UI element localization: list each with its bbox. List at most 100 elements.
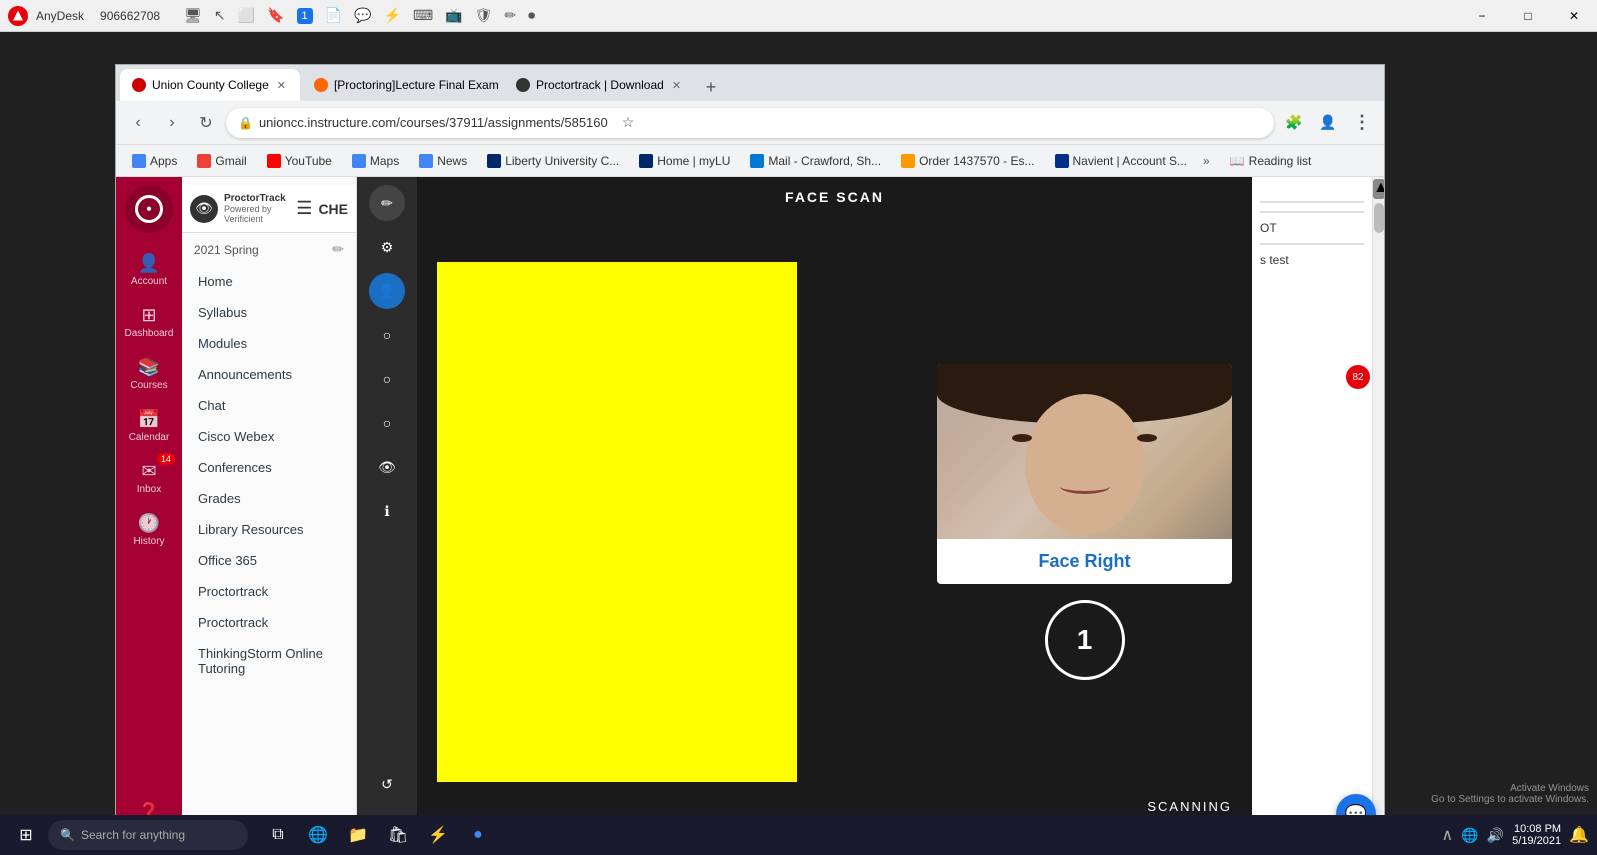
profile-button[interactable]: 👤 [1314,109,1342,137]
start-button[interactable]: ⊞ [8,817,44,853]
sidebar-item-chat[interactable]: Chat [182,390,356,421]
bookmark-homemylu[interactable]: Home | myLU [631,149,738,173]
maximize-button[interactable]: □ [1505,0,1551,32]
canvas-nav-account[interactable]: 👤 Account [119,245,179,295]
extensions-button[interactable]: 🧩 [1280,109,1308,137]
taskbar-chrome-icon[interactable]: ● [460,817,496,853]
canvas-nav-calendar[interactable]: 📅 Calendar [119,401,179,451]
keyboard-icon: ⌨ [413,7,433,24]
bookmark-apps[interactable]: Apps [124,149,185,173]
address-bar[interactable]: 🔒 unioncc.instructure.com/courses/37911/… [226,108,1274,138]
tab-download[interactable]: Proctortrack | Download ✕ [504,69,695,101]
bookmark-label-homemylu: Home | myLU [657,154,730,168]
bookmark-favicon-maps [352,154,366,168]
pen-icon: ✏ [504,7,516,24]
close-button[interactable]: ✕ [1551,0,1597,32]
taskbar-sys-chevron[interactable]: ∧ [1442,825,1454,845]
proctor-settings-button[interactable]: ⚙ [369,229,405,265]
bookmark-label-maps: Maps [370,154,399,168]
bookmark-favicon-liberty [487,154,501,168]
right-eye [1137,434,1157,442]
sidebar-item-modules[interactable]: Modules [182,328,356,359]
sidebar-item-grades[interactable]: Grades [182,483,356,514]
record-icon: ⏺ [528,7,535,24]
canvas-nav-courses[interactable]: 📚 Courses [119,349,179,399]
canvas-nav-inbox[interactable]: ✉ Inbox 14 [119,453,179,503]
bookmark-liberty[interactable]: Liberty University C... [479,149,627,173]
right-partial-text-2: s test [1260,253,1364,267]
menu-button[interactable]: ⋮ [1348,109,1376,137]
taskbar-search[interactable]: 🔍 Search for anything [48,820,248,850]
canvas-nav-label-courses: Courses [130,380,167,391]
tab-close-uc[interactable]: ✕ [275,77,288,94]
bookmark-gmail[interactable]: Gmail [189,149,254,173]
taskbar-app-icons: ⧉ 🌐 📁 🛍 ⚡ ● [260,817,496,853]
anydesk-id: 906662708 [100,9,160,23]
proctor-brand: ProctorTrack Powered by Verificient [224,193,290,224]
courses-icon: 📚 [138,357,160,378]
tab-close-dl[interactable]: ✕ [670,77,683,94]
reading-list-icon: 📖 [1230,154,1245,168]
proctor-sidebar: ✏ ⚙ 👤 ○ ○ ○ 👁 ℹ ↺ ⏻ [357,177,417,854]
reading-list-button[interactable]: 📖 Reading list [1222,154,1320,168]
bookmark-news[interactable]: News [411,149,475,173]
sidebar-item-home[interactable]: Home [182,266,356,297]
bookmark-order[interactable]: Order 1437570 - Es... [893,149,1042,173]
sidebar-item-office365[interactable]: Office 365 [182,545,356,576]
content-scrollbar[interactable]: ▲ ▼ [1372,177,1384,854]
sidebar-item-proctortrack1[interactable]: Proctortrack [182,576,356,607]
canvas-nav-dashboard[interactable]: ⊞ Dashboard [119,297,179,347]
taskbar-edge-icon[interactable]: 🌐 [300,817,336,853]
bookmark-navient[interactable]: Navient | Account S... [1047,149,1196,173]
canvas-logo[interactable] [125,185,173,233]
forward-button[interactable]: › [158,109,186,137]
bookmarks-overflow[interactable]: » [1199,154,1214,168]
proctor-radio3-button[interactable]: ○ [369,405,405,441]
bookmark-label-navient: Navient | Account S... [1073,154,1188,168]
edit-icon[interactable]: ✏ [332,241,344,258]
bookmark-star-icon[interactable]: ☆ [622,114,635,131]
tab-union-county[interactable]: Union County College ✕ [120,69,300,101]
taskbar-explorer-icon[interactable]: 📁 [340,817,376,853]
refresh-button[interactable]: ↻ [192,109,220,137]
display-icon: 📺 [445,7,462,24]
tab-bar: Union County College ✕ [Proctoring]Lectu… [116,65,1384,101]
new-tab-button[interactable]: + [697,73,725,101]
canvas-nav-history[interactable]: 🕐 History [119,505,179,555]
taskbar-lightning-icon[interactable]: ⚡ [420,817,456,853]
taskbar-time-value: 10:08 PM [1512,823,1561,835]
proctor-radio2-button[interactable]: ○ [369,361,405,397]
proctor-profile-button[interactable]: 👤 [369,273,405,309]
proctor-reset-button[interactable]: ↺ [369,766,405,802]
sidebar-item-cisco-webex[interactable]: Cisco Webex [182,421,356,452]
bookmark-mail[interactable]: Mail - Crawford, Sh... [742,149,889,173]
sidebar-item-proctortrack2[interactable]: Proctortrack [182,607,356,638]
scrollbar-up-arrow[interactable]: ▲ [1373,179,1384,199]
bookmark-maps[interactable]: Maps [344,149,407,173]
proctor-eye-button[interactable]: 👁 [369,449,405,485]
back-button[interactable]: ‹ [124,109,152,137]
sidebar-item-syllabus[interactable]: Syllabus [182,297,356,328]
bookmark-favicon-news [419,154,433,168]
minimize-button[interactable]: − [1459,0,1505,32]
hamburger-icon[interactable]: ☰ [296,198,312,219]
sidebar-item-conferences[interactable]: Conferences [182,452,356,483]
sidebar-item-library[interactable]: Library Resources [182,514,356,545]
scrollbar-thumb[interactable] [1374,203,1384,233]
taskbar-notification-icon[interactable]: 🔔 [1569,825,1589,845]
bookmark-label-gmail: Gmail [215,154,246,168]
sidebar-item-announcements[interactable]: Announcements [182,359,356,390]
taskbar-store-icon[interactable]: 🛍 [380,817,416,853]
anydesk-app-name: AnyDesk [36,9,84,23]
taskbar-task-view[interactable]: ⧉ [260,817,296,853]
bookmark-youtube[interactable]: YouTube [259,149,340,173]
bookmark-label-youtube: YouTube [285,154,332,168]
dashboard-icon: ⊞ [141,305,156,326]
proctor-info-button[interactable]: ℹ [369,493,405,529]
proctor-edit-button[interactable]: ✏ [369,185,405,221]
proctor-radio1-button[interactable]: ○ [369,317,405,353]
tab-proctoring[interactable]: [Proctoring]Lecture Final Exam ✕ [302,69,502,101]
face-scan-title: FACE SCAN [417,177,1252,217]
face-scan-area: FACE SCAN [417,177,1252,854]
sidebar-item-thinkingstorm[interactable]: ThinkingStorm Online Tutoring [182,638,356,684]
